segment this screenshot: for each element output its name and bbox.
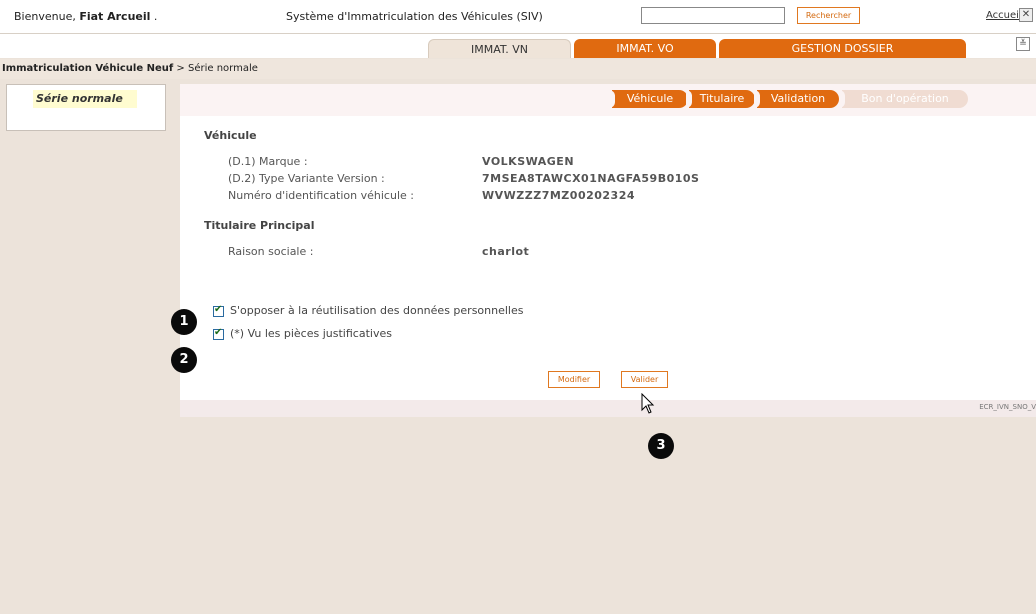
mouse-cursor-icon	[641, 393, 655, 414]
documents-checkbox[interactable]	[213, 327, 224, 340]
field-value-type: 7MSEA8TAWCX01NAGFA59B010S	[482, 172, 700, 185]
modify-button[interactable]: Modifier	[548, 371, 600, 388]
search-input[interactable]	[641, 7, 785, 24]
sidebar: Série normale	[6, 84, 166, 131]
search-button[interactable]: Rechercher	[797, 7, 860, 24]
documents-label: (*) Vu les pièces justificatives	[230, 327, 392, 340]
breadcrumb-separator: >	[176, 63, 185, 74]
field-value-vin: WVWZZZ7MZ00202324	[482, 189, 636, 202]
top-bar: Bienvenue, Fiat Arcueil . Système d'Imma…	[0, 0, 1036, 34]
holder-section-title: Titulaire Principal	[204, 219, 315, 232]
field-label-raison-sociale: Raison sociale :	[228, 245, 314, 258]
field-label-type: (D.2) Type Variante Version :	[228, 172, 385, 185]
step-validation[interactable]: Validation	[754, 90, 839, 108]
welcome-suffix: .	[153, 10, 158, 23]
welcome-text: Bienvenue, Fiat Arcueil .	[14, 10, 157, 23]
close-icon[interactable]: ✕	[1019, 8, 1033, 22]
step-vehicule[interactable]: Véhicule	[609, 90, 688, 108]
welcome-prefix: Bienvenue,	[14, 10, 76, 23]
tab-gestion-dossier[interactable]: GESTION DOSSIER	[719, 39, 966, 58]
validate-button[interactable]: Valider	[621, 371, 668, 388]
field-label-marque: (D.1) Marque :	[228, 155, 308, 168]
footer-band: ECR_IVN_SNO_V	[180, 400, 1036, 417]
optout-checkbox[interactable]	[213, 304, 224, 317]
screen-code: ECR_IVN_SNO_V	[979, 403, 1036, 411]
sidebar-item-serie-normale[interactable]: Série normale	[33, 90, 137, 108]
annotation-marker-3: 3	[648, 433, 674, 459]
collapse-icon[interactable]: ≚	[1016, 37, 1030, 51]
system-title: Système d'Immatriculation des Véhicules …	[286, 10, 543, 23]
step-titulaire[interactable]: Titulaire	[686, 90, 755, 108]
vehicle-section-title: Véhicule	[204, 129, 257, 142]
tab-bar: IMMAT. VN IMMAT. VO GESTION DOSSIER	[0, 34, 1036, 58]
tab-immat-vo[interactable]: IMMAT. VO	[574, 39, 716, 58]
breadcrumb-current: Série normale	[188, 63, 258, 74]
optout-label: S'opposer à la réutilisation des données…	[230, 304, 524, 317]
step-bon-operation: Bon d'opération	[839, 90, 968, 108]
annotation-marker-1: 1	[171, 309, 197, 335]
breadcrumb-root[interactable]: Immatriculation Véhicule Neuf	[2, 63, 173, 74]
annotation-marker-2: 2	[171, 347, 197, 373]
field-label-vin: Numéro d'identification véhicule :	[228, 189, 414, 202]
breadcrumb: Immatriculation Véhicule Neuf > Série no…	[0, 59, 1036, 79]
field-value-raison-sociale: charlot	[482, 245, 530, 258]
wizard-steps: Véhicule Titulaire Validation Bon d'opér…	[180, 84, 1036, 116]
home-link[interactable]: Accueil	[986, 10, 1022, 21]
summary-panel: Véhicule (D.1) Marque : VOLKSWAGEN (D.2)…	[180, 116, 1036, 400]
user-name: Fiat Arcueil	[79, 10, 151, 23]
tab-immat-vn[interactable]: IMMAT. VN	[428, 39, 571, 58]
field-value-marque: VOLKSWAGEN	[482, 155, 575, 168]
